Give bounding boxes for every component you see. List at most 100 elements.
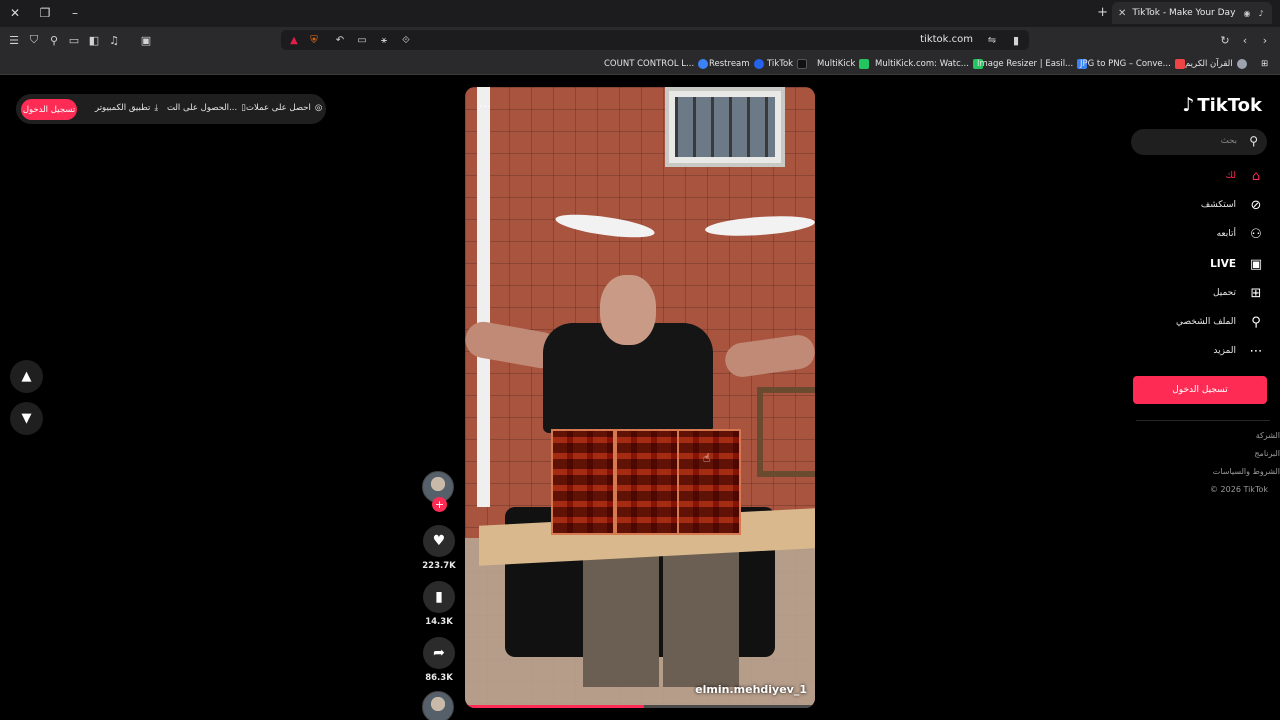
screenshot-icon[interactable]: ▣ <box>138 32 154 48</box>
forward-icon[interactable]: › <box>1257 32 1273 48</box>
profile-icon: ⚲ <box>1251 314 1261 330</box>
nav-live[interactable]: LIVE ▣ <box>1210 254 1266 274</box>
upload-icon: ⊞ <box>1250 285 1262 301</box>
site-settings-icon[interactable]: ⇋ <box>985 33 999 47</box>
video-progress-fill <box>465 705 644 708</box>
footer-program-link[interactable]: البرنامج <box>1254 449 1280 458</box>
bookmark-icon[interactable]: ▮ <box>1008 32 1024 48</box>
nav-explore[interactable]: استكشف ⊘ <box>1201 195 1266 215</box>
creator-avatar[interactable]: + <box>422 471 454 512</box>
pin-icon[interactable]: ⚲ <box>46 32 62 48</box>
search-placeholder: بحث <box>1220 136 1237 146</box>
browser-titlebar: ✕ ❐ – + ✕ TikTok - Make Your Day ◉ ♪ <box>0 0 1280 27</box>
bookmark-favicon-icon <box>797 59 808 69</box>
video-brick <box>551 429 615 535</box>
video-brick <box>615 429 679 535</box>
bookmark-jpg-to-png[interactable]: JPG to PNG – Conve... <box>1080 57 1185 71</box>
new-tab-button[interactable]: + <box>1097 5 1108 20</box>
footer-copyright: © 2026 TikTok <box>1210 485 1268 494</box>
nav-upload[interactable]: تحميل ⊞ <box>1213 283 1266 303</box>
video-progress-bar[interactable] <box>465 705 815 708</box>
bookmark-quran[interactable]: القرآن الكريم <box>1185 57 1247 71</box>
chevron-up-icon: ▲ <box>21 369 32 384</box>
video-watermark: elmin.mehdiyev_1 <box>695 683 807 696</box>
sidebar-icon[interactable]: ◧ <box>86 32 102 48</box>
bookmarks-bar: COUNT CONTROL L... Restream TikTok Multi… <box>0 53 1280 75</box>
cast-icon[interactable]: ▭ <box>355 33 369 47</box>
tab-title: TikTok - Make Your Day <box>1132 8 1236 18</box>
share-icon: ➦ <box>433 645 445 661</box>
translate-icon[interactable]: ⚹ <box>377 33 391 47</box>
footer-terms-link[interactable]: الشروط والسياسات <box>1213 467 1280 476</box>
bookmark-favicon-icon <box>698 59 709 69</box>
bookmark-multikick[interactable]: MultiKick <box>817 57 870 71</box>
mouse-cursor-icon: ☝ <box>703 451 711 465</box>
follow-plus-icon[interactable]: + <box>432 497 447 512</box>
chevron-down-icon: ▼ <box>21 411 32 426</box>
nav-following[interactable]: أتابعه ⚇ <box>1217 224 1266 244</box>
bookmark-restream[interactable]: Restream <box>709 57 764 71</box>
bookmark-multikick-watch[interactable]: MultiKick.com: Watc... <box>875 57 983 71</box>
video-bench-right <box>663 547 739 687</box>
more-icon: ⋯ <box>1249 343 1263 359</box>
video-window-bars <box>665 87 785 167</box>
audio-icon[interactable]: ◉ <box>1242 8 1252 18</box>
previous-video-button[interactable]: ▲ <box>10 360 43 393</box>
restore-window-icon[interactable]: ❐ <box>34 4 56 22</box>
search-icon[interactable]: ⚲ <box>1249 134 1258 148</box>
nav-for-you[interactable]: لك ⌂ <box>1226 166 1266 186</box>
bookmark-image-resizer[interactable]: Image Resizer | Easil... <box>977 57 1088 71</box>
nav-more[interactable]: المزيد ⋯ <box>1213 341 1266 361</box>
top-login-button[interactable]: تسجيل الدخول <box>21 99 77 120</box>
close-tab-icon[interactable]: ✕ <box>1118 8 1126 19</box>
close-window-icon[interactable]: ✕ <box>4 4 26 22</box>
compass-icon: ⊘ <box>1250 197 1262 213</box>
vpn-icon[interactable]: ⟐ <box>399 33 413 47</box>
home-icon: ⌂ <box>1251 168 1261 184</box>
menu-icon[interactable]: ☰ <box>6 32 22 48</box>
back-icon[interactable]: ‹ <box>1237 32 1253 48</box>
music-icon[interactable]: ♫ <box>106 32 122 48</box>
download-icon: ⤓ <box>154 103 159 113</box>
video-bench-left <box>583 547 659 687</box>
share-button[interactable]: ➦ <box>423 637 455 669</box>
nav-profile[interactable]: الملف الشخصي ⚲ <box>1176 312 1266 332</box>
save-button[interactable]: ▮ <box>423 581 455 613</box>
reload-icon[interactable]: ↻ <box>1217 32 1233 48</box>
back-history-icon[interactable]: ↶ <box>333 33 347 47</box>
like-count: 223.7K <box>422 561 456 571</box>
video-pipe <box>477 87 490 507</box>
video-player[interactable]: ⋯ ☝ elmin.mehdiyev_1 <box>465 87 815 708</box>
desktop-app-button[interactable]: تطبيق الكمبيوتر ⤓ <box>95 103 158 113</box>
bookmark-count-control[interactable]: COUNT CONTROL L... <box>604 57 709 71</box>
top-action-bar: تسجيل الدخول تطبيق الكمبيوتر ⤓ الحصول عل… <box>16 94 326 124</box>
next-video-button[interactable]: ▼ <box>10 402 43 435</box>
warning-icon[interactable]: ▲ <box>287 33 301 47</box>
live-icon: ▣ <box>1249 256 1263 272</box>
following-icon: ⚇ <box>1250 226 1262 242</box>
get-coins-button[interactable]: احصل على عملات ◎ <box>246 103 322 113</box>
video-chair <box>757 387 815 477</box>
sidebar-login-button[interactable]: تسجيل الدخول <box>1133 376 1267 404</box>
footer-company-link[interactable]: الشركة <box>1256 431 1280 440</box>
minimize-window-icon[interactable]: – <box>64 4 86 22</box>
shield-icon[interactable]: ⛉ <box>26 32 42 48</box>
tabs-icon[interactable]: ▭ <box>66 32 82 48</box>
tiktok-logo[interactable]: ♪ TikTok <box>1182 94 1262 116</box>
apps-grid-icon[interactable]: ⊞ <box>1261 57 1268 71</box>
bookmark-favicon-icon <box>859 59 870 69</box>
save-count: 14.3K <box>425 617 453 627</box>
search-input[interactable]: بحث ⚲ <box>1131 129 1267 155</box>
video-brick <box>677 429 741 535</box>
bookmark-tiktok[interactable]: TikTok <box>767 57 808 71</box>
get-app-button[interactable]: الحصول على الت... ▯ <box>167 103 246 113</box>
video-options-icon[interactable]: ⋯ <box>479 99 491 113</box>
address-bar[interactable]: ▲ ⛨ ↶ ▭ ⚹ ⟐ tiktok.com ⇋ <box>281 30 1029 50</box>
brave-shield-icon[interactable]: ⛨ <box>307 33 321 47</box>
url-text[interactable]: tiktok.com <box>920 34 973 45</box>
share-count: 86.3K <box>425 673 453 683</box>
music-disc-avatar[interactable] <box>422 691 454 720</box>
browser-tab[interactable]: ✕ TikTok - Make Your Day ◉ ♪ <box>1112 2 1272 24</box>
bookmark-favicon-icon <box>1236 59 1247 69</box>
like-button[interactable]: ♥ <box>423 525 455 557</box>
